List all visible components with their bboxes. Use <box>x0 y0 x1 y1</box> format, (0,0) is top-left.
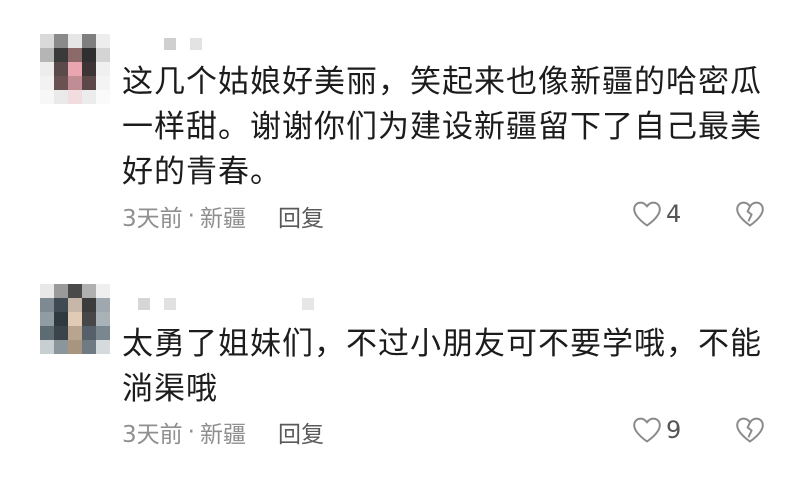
comment-text: 太勇了姐妹们，不过小朋友可不要学哦，不能淌渠哦 <box>122 326 762 407</box>
like-button[interactable]: 4 <box>632 200 681 228</box>
heart-outline-icon <box>633 201 661 227</box>
avatar[interactable] <box>40 34 110 104</box>
meta-separator: · <box>187 419 195 445</box>
comment-text: 这几个姑娘好美丽，笑起来也像新疆的哈密瓜一样甜。谢谢你们为建设新疆留下了自己最美… <box>122 64 762 190</box>
meta-separator: · <box>187 203 195 229</box>
dislike-button[interactable] <box>734 200 766 232</box>
heart-outline-icon <box>633 417 661 443</box>
comment-item: 太勇了姐妹们，不过小朋友可不要学哦，不能淌渠哦 3天前 · 新疆 回复 9 <box>0 262 800 481</box>
like-count: 4 <box>666 200 682 228</box>
like-button[interactable]: 9 <box>632 416 681 444</box>
comment-time: 3天前 <box>122 422 183 448</box>
reply-button[interactable]: 回复 <box>278 415 324 449</box>
comment-item: 这几个姑娘好美丽，笑起来也像新疆的哈密瓜一样甜。谢谢你们为建设新疆留下了自己最美… <box>0 0 800 250</box>
reply-button[interactable]: 回复 <box>278 199 324 233</box>
comment-location: 新疆 <box>199 422 246 448</box>
broken-heart-icon <box>736 417 764 443</box>
avatar[interactable] <box>40 284 110 354</box>
comment-meta: 3天前 · 新疆 回复 <box>122 199 324 233</box>
comment-time: 3天前 <box>122 206 183 232</box>
dislike-button[interactable] <box>734 416 766 448</box>
comment-location: 新疆 <box>199 206 246 232</box>
comment-meta: 3天前 · 新疆 回复 <box>122 415 324 449</box>
like-count: 9 <box>666 416 682 444</box>
broken-heart-icon <box>736 201 764 227</box>
